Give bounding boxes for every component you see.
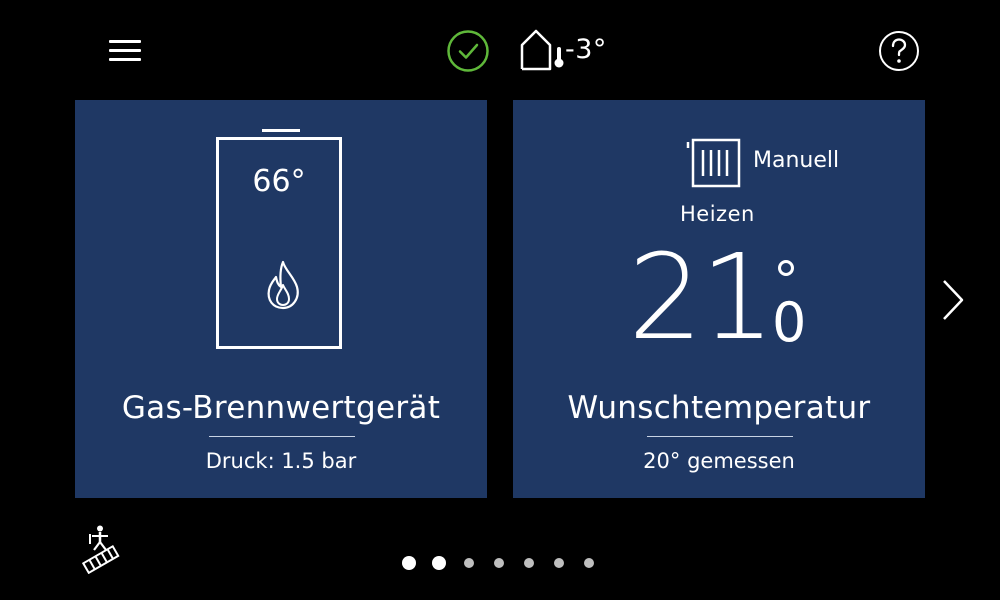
page-dot-5[interactable] (524, 558, 534, 568)
degree-symbol (778, 260, 794, 276)
help-button[interactable] (878, 30, 920, 72)
boiler-tile[interactable]: 66° Gas-Brennwertgerät Druck: 1.5 bar (75, 100, 487, 498)
house-thermometer-icon (520, 29, 564, 71)
setpoint-divider (647, 436, 793, 437)
menu-button[interactable] (100, 30, 150, 72)
boiler-title: Gas-Brennwertgerät (121, 390, 441, 426)
next-page-button[interactable] (935, 275, 971, 325)
page-dot-7[interactable] (584, 558, 594, 568)
flame-icon (267, 260, 299, 310)
page-dot-1[interactable] (402, 556, 416, 570)
measured-temperature: 20° gemessen (643, 449, 795, 473)
menu-icon-bar-bottom (109, 58, 141, 61)
setpoint-title: Wunschtemperatur (567, 390, 871, 426)
chevron-right-icon (943, 280, 964, 320)
page-dot-4[interactable] (494, 558, 504, 568)
room-temperature-tile[interactable]: Manuell Heizen 21 0 Wunschtemperatur 20°… (513, 100, 925, 498)
check-circle-icon (447, 30, 489, 72)
page-dot-3[interactable] (464, 558, 474, 568)
chimney-sweep-icon (81, 525, 120, 575)
page-indicator (402, 556, 604, 570)
boiler-divider (209, 436, 355, 437)
outside-temperature-value: -3° (565, 33, 607, 65)
boiler-icon: 66° (216, 137, 342, 349)
boiler-pressure: Druck: 1.5 bar (205, 449, 357, 473)
page-dot-2[interactable] (432, 556, 446, 570)
outside-temperature: -3° (518, 26, 607, 72)
operation-label: Heizen (680, 202, 755, 226)
heating-mode-label: Manuell (753, 148, 840, 173)
page-dot-6[interactable] (554, 558, 564, 568)
menu-icon-bar-top (109, 40, 141, 43)
boiler-temperature: 66° (252, 164, 306, 199)
radiator-icon (686, 138, 741, 188)
setpoint-decimal: 0 (772, 291, 807, 354)
system-status-button[interactable] (446, 29, 490, 73)
chimney-sweep-button[interactable] (78, 524, 124, 575)
menu-icon-bar-middle (109, 49, 141, 52)
boiler-cap (262, 129, 300, 132)
help-icon (879, 31, 919, 71)
setpoint-value: 21 (628, 228, 775, 366)
